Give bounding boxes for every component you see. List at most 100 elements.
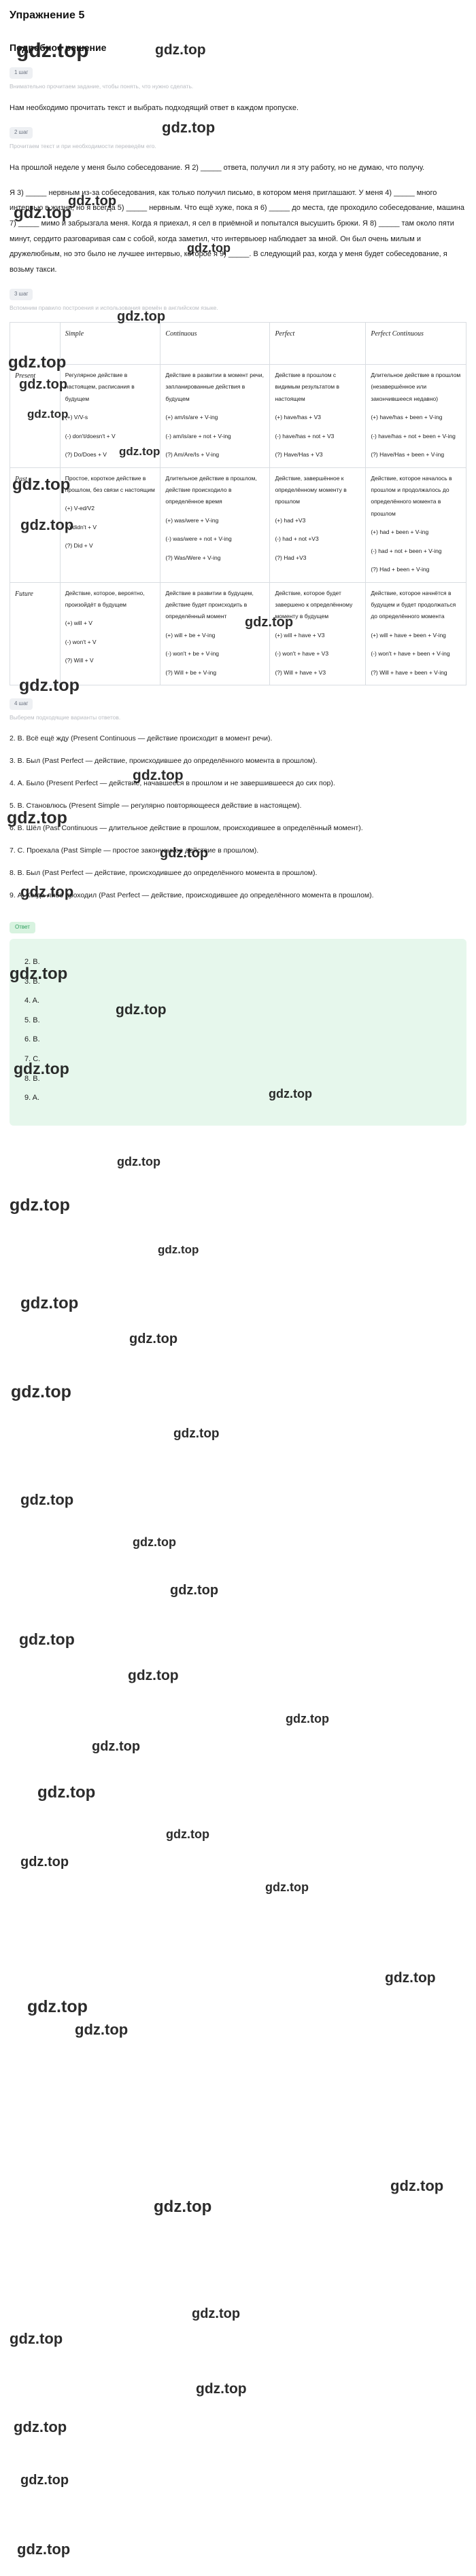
row-header-past: Past xyxy=(10,467,61,583)
cell-spacer xyxy=(165,508,265,515)
cell-spacer xyxy=(275,660,360,667)
answer-item: 5. B. xyxy=(24,1016,40,1024)
cell-spacer xyxy=(165,526,265,533)
answer-item: 6. B. xyxy=(24,1035,40,1044)
watermark-text: gdz.top xyxy=(117,1155,160,1168)
table-cell: Действие, которое началось в прошлом и п… xyxy=(365,467,466,583)
watermark-text: gdz.top xyxy=(14,2418,67,2435)
watermark-text: gdz.top xyxy=(192,2306,241,2321)
cell-line: (?) Have/Has + been + V-ing xyxy=(371,451,445,459)
cell-line: (?) Had +V3 xyxy=(275,554,307,561)
watermark-text: gdz.top xyxy=(17,2541,71,2558)
cell-spacer xyxy=(65,611,156,618)
cell-spacer xyxy=(65,442,156,449)
cell-line: Действие, которое будет завершено к опре… xyxy=(275,589,353,620)
cell-spacer xyxy=(275,641,360,648)
table-cell: Действие в прошлом с видимым результатом… xyxy=(269,364,367,468)
explanation-item: 7. С. Проехала (Past Simple — простое за… xyxy=(10,846,259,855)
explanation-item: 4. А. Было (Present Perfect — действие, … xyxy=(10,779,335,787)
cell-line: (+) have/has + V3 xyxy=(275,414,322,421)
watermark-text: gdz.top xyxy=(385,1970,436,1986)
cell-line: Простое, короткое действие в прошлом, бе… xyxy=(65,474,155,493)
table-cell: Длительное действие в прошлом, действие … xyxy=(160,467,271,583)
cell-line: (-) didn't + V xyxy=(65,523,97,531)
cell-line: (-) won't + have + V3 xyxy=(275,650,329,658)
answer-item: 2. B. xyxy=(24,957,40,966)
watermark-text: gdz.top xyxy=(27,1997,88,2016)
cell-line: (-) had + not + been + V-ing xyxy=(371,547,442,554)
cell-line: Регулярное действие в настоящем, расписа… xyxy=(65,372,135,402)
watermark-text: gdz.top xyxy=(390,2177,444,2194)
cell-line: (+) was/were + V-ing xyxy=(165,516,219,524)
watermark-text: gdz.top xyxy=(75,2021,129,2038)
watermark-text: gdz.top xyxy=(170,1583,219,1598)
watermark-text: gdz.top xyxy=(158,1243,199,1256)
watermark-text: gdz.top xyxy=(19,1630,75,1648)
cell-line: (-) am/is/are + not + V-ing xyxy=(165,432,231,440)
cell-line: Действие в развитии в момент речи, запла… xyxy=(165,372,264,402)
cell-line: (-) won't + V xyxy=(65,638,97,645)
cell-spacer xyxy=(371,539,461,545)
cell-line: (-) have/has + not + been + V-ing xyxy=(371,432,456,440)
cell-spacer xyxy=(65,533,156,540)
cell-spacer xyxy=(165,660,265,667)
story-paragraph-1: На прошлой неделе у меня было собеседова… xyxy=(10,164,425,173)
cell-line: (?) Had + been + V-ing xyxy=(371,566,430,573)
cell-line: (-) don't/doesn't + V xyxy=(65,432,116,440)
step-4-block: 4 шаг Выберем подходящие варианты ответо… xyxy=(10,696,466,903)
cell-spacer xyxy=(275,405,360,412)
final-answer-block: Ответ 2. B. 3. B. 4. A. 5. B. 6. B. 7. C… xyxy=(10,911,466,1126)
cell-spacer xyxy=(165,545,265,552)
watermark-text: gdz.top xyxy=(20,1855,69,1870)
step-1-body: Нам необходимо прочитать текст и выбрать… xyxy=(10,103,299,112)
cell-line: (?) Will + be + V-ing xyxy=(165,668,217,676)
cell-line: (+) will + have + V3 xyxy=(275,631,325,639)
watermark-text: gdz.top xyxy=(286,1712,329,1725)
watermark-text: gdz.top xyxy=(166,1827,209,1841)
table-cell: Длительное действие в прошлом (незавершё… xyxy=(365,364,466,468)
step-hint-2: Прочитаем текст и при необходимости пере… xyxy=(10,143,156,150)
watermark-text: gdz.top xyxy=(20,1294,79,1312)
step-hint-1: Внимательно прочитаем задание, чтобы пон… xyxy=(10,83,194,90)
table-cell: Действие, которое начнётся в будущем и б… xyxy=(365,582,466,686)
table-cell: Действие в развитии в момент речи, запла… xyxy=(160,364,271,468)
cell-spacer xyxy=(65,405,156,412)
row-header-future: Future xyxy=(10,582,61,686)
cell-spacer xyxy=(275,545,360,552)
watermark-text: gdz.top xyxy=(10,1196,70,1215)
story-paragraph-2: Я 3) _____ нервным из-за собеседования, … xyxy=(10,188,465,274)
watermark-text: gdz.top xyxy=(20,1491,74,1508)
col-header-continuous: Continuous xyxy=(160,322,271,365)
step-badge-3: 3 шаг xyxy=(10,289,33,301)
answer-item: 4. A. xyxy=(24,997,40,1005)
answer-item: 9. A. xyxy=(24,1094,40,1103)
row-header-present: Present xyxy=(10,364,61,468)
cell-spacer xyxy=(371,623,461,630)
solution-page: Упражнение 5 Подробное решение 1 шаг Вни… xyxy=(0,0,476,2558)
step-badge-4: 4 шаг xyxy=(10,698,33,711)
cell-spacer xyxy=(165,424,265,431)
solution-heading: Подробное решение xyxy=(10,42,107,53)
cell-line: Длительное действие в прошлом (незавершё… xyxy=(371,372,461,402)
cell-line: (-) have/has + not + V3 xyxy=(275,432,335,440)
cell-spacer xyxy=(371,641,461,648)
cell-spacer xyxy=(65,496,156,503)
tense-reference-table: Simple Continuous Perfect Perfect Contin… xyxy=(10,322,466,686)
cell-spacer xyxy=(371,442,461,449)
cell-spacer xyxy=(165,623,265,630)
explanation-item: 8. В. Был (Past Perfect — действие, прои… xyxy=(10,868,318,877)
table-cell: Действие, которое будет завершено к опре… xyxy=(269,582,367,686)
watermark-text: gdz.top xyxy=(265,1880,309,1894)
table-header-row: Simple Continuous Perfect Perfect Contin… xyxy=(10,322,466,365)
watermark-text: gdz.top xyxy=(196,2381,247,2397)
cell-line: Действие, завершённое к определённому мо… xyxy=(275,474,347,505)
cell-line: (?) Will + have + been + V-ing xyxy=(371,668,447,676)
cell-line: (?) Will + have + V3 xyxy=(275,668,326,676)
cell-spacer xyxy=(165,641,265,648)
answer-box: 2. B. 3. B. 4. A. 5. B. 6. B. 7. C. 8. B… xyxy=(10,938,466,1126)
cell-spacer xyxy=(371,405,461,412)
cell-line: (-) won't + have + been + V-ing xyxy=(371,650,450,658)
cell-line: (+) V/V-s xyxy=(65,414,88,421)
watermark-text: gdz.top xyxy=(92,1739,141,1754)
step-3-block: 3 шаг Вспомним правило построения и испо… xyxy=(10,287,466,686)
